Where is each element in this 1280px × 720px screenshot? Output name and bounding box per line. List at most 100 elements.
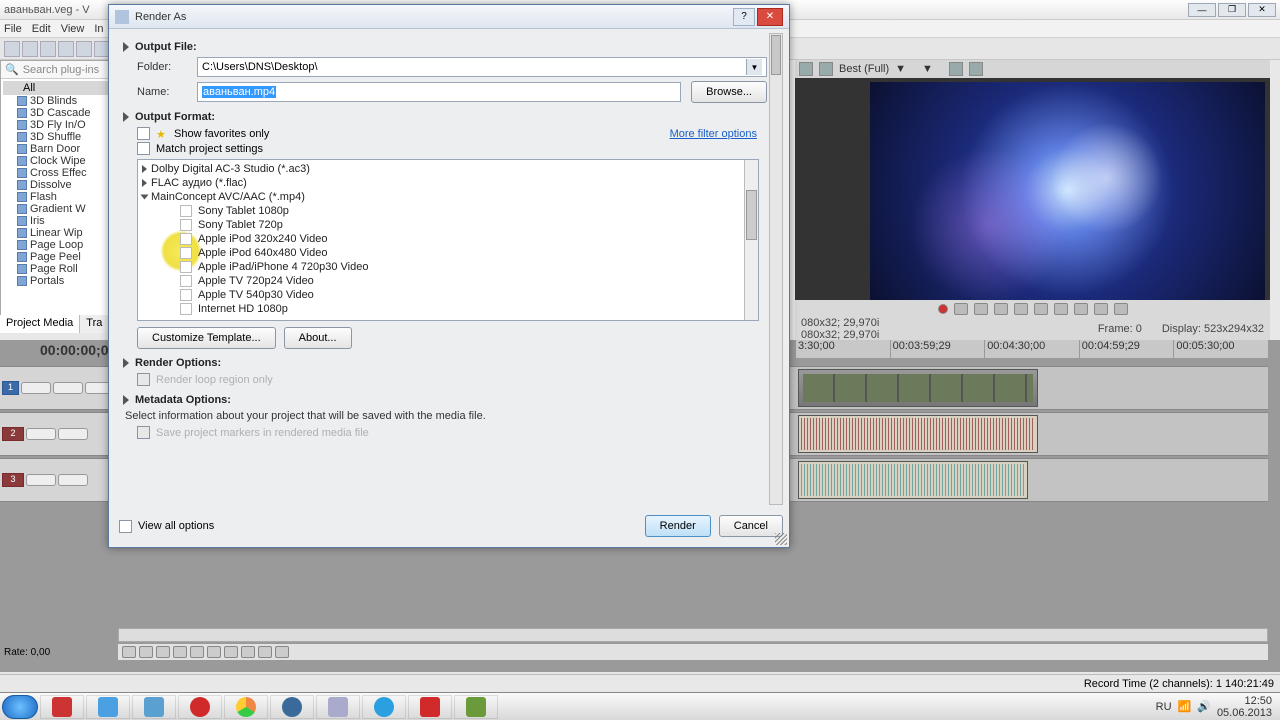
- track-mute-icon[interactable]: [26, 428, 56, 440]
- tab-project-media[interactable]: Project Media: [0, 315, 80, 333]
- play-start-icon[interactable]: [156, 646, 170, 658]
- video-clip[interactable]: [798, 369, 1038, 407]
- favorite-star-icon[interactable]: [180, 289, 192, 301]
- tree-item[interactable]: 3D Blinds: [3, 95, 112, 107]
- match-project-checkbox[interactable]: [137, 142, 150, 155]
- menu-view[interactable]: View: [61, 23, 85, 35]
- favorite-star-icon[interactable]: [180, 219, 192, 231]
- plugin-search[interactable]: 🔍 Search plug-ins: [1, 61, 114, 79]
- prev-frame-icon[interactable]: [258, 646, 272, 658]
- taskbar-app2[interactable]: [270, 695, 314, 719]
- favorite-star-icon[interactable]: [180, 233, 192, 245]
- minimize-button[interactable]: —: [1188, 3, 1216, 17]
- audio-clip[interactable]: [798, 415, 1038, 453]
- play-icon[interactable]: [974, 303, 988, 315]
- tree-item[interactable]: Iris: [3, 215, 112, 227]
- tree-item[interactable]: Clock Wipe: [3, 155, 112, 167]
- track-header[interactable]: 1: [0, 367, 118, 409]
- format-template[interactable]: Apple iPod 640x480 Video: [140, 246, 742, 260]
- folder-combo[interactable]: C:\Users\DNS\Desktop\ ▼: [197, 57, 767, 77]
- format-template[interactable]: Apple iPad/iPhone 4 720p30 Video: [140, 260, 742, 274]
- tree-item[interactable]: Page Peel: [3, 251, 112, 263]
- toolbar-save-icon[interactable]: [40, 41, 56, 57]
- tree-item[interactable]: Portals: [3, 275, 112, 287]
- tree-item[interactable]: Page Roll: [3, 263, 112, 275]
- go-start-icon[interactable]: [224, 646, 238, 658]
- system-tray[interactable]: RU 📶 🔊 12:50 05.06.2013: [1156, 695, 1278, 719]
- go-end-icon[interactable]: [1074, 303, 1088, 315]
- scrollbar-thumb[interactable]: [771, 35, 781, 75]
- stop-icon[interactable]: [207, 646, 221, 658]
- timeline-timecode[interactable]: 00:00:00;00: [40, 342, 116, 358]
- format-template[interactable]: Internet HD 1080p: [140, 302, 742, 316]
- format-template[interactable]: Apple TV 720p24 Video: [140, 274, 742, 288]
- taskbar-ie[interactable]: [86, 695, 130, 719]
- taskbar-chrome[interactable]: [224, 695, 268, 719]
- render-button[interactable]: Render: [645, 515, 711, 537]
- record-icon[interactable]: [938, 304, 948, 314]
- dialog-help-button[interactable]: ?: [733, 8, 755, 26]
- tree-item[interactable]: Gradient W: [3, 203, 112, 215]
- taskbar-opera[interactable]: [178, 695, 222, 719]
- about-button[interactable]: About...: [284, 327, 352, 349]
- show-favorites-checkbox[interactable]: [137, 127, 150, 140]
- loop-icon[interactable]: [139, 646, 153, 658]
- dialog-close-button[interactable]: ✕: [757, 8, 783, 26]
- cancel-button[interactable]: Cancel: [719, 515, 783, 537]
- menu-edit[interactable]: Edit: [32, 23, 51, 35]
- tray-network-icon[interactable]: 📶: [1178, 700, 1192, 713]
- tree-item[interactable]: Barn Door: [3, 143, 112, 155]
- taskbar-acrobat[interactable]: [408, 695, 452, 719]
- tray-date[interactable]: 05.06.2013: [1217, 707, 1272, 719]
- customize-template-button[interactable]: Customize Template...: [137, 327, 276, 349]
- format-category[interactable]: FLAC аудио (*.flac): [140, 176, 742, 190]
- tree-item[interactable]: 3D Fly In/O: [3, 119, 112, 131]
- pause-icon[interactable]: [190, 646, 204, 658]
- track-solo-icon[interactable]: [58, 428, 88, 440]
- tree-item[interactable]: 3D Shuffle: [3, 131, 112, 143]
- maximize-button[interactable]: ❐: [1218, 3, 1246, 17]
- tray-lang[interactable]: RU: [1156, 701, 1172, 713]
- menu-insert[interactable]: In: [94, 23, 103, 35]
- view-all-checkbox[interactable]: [119, 520, 132, 533]
- go-start-icon[interactable]: [1054, 303, 1068, 315]
- pause-icon[interactable]: [1014, 303, 1028, 315]
- favorite-star-icon[interactable]: [180, 275, 192, 287]
- tree-item[interactable]: Linear Wip: [3, 227, 112, 239]
- track-solo-icon[interactable]: [58, 474, 88, 486]
- chevron-down-icon[interactable]: ▼: [895, 63, 906, 75]
- time-ruler[interactable]: 3:30;00 00:03:59;29 00:04:30;00 00:04:59…: [795, 340, 1268, 358]
- start-button[interactable]: [2, 695, 38, 719]
- taskbar-vegas[interactable]: [454, 695, 498, 719]
- format-list[interactable]: Dolby Digital AC-3 Studio (*.ac3) FLAC а…: [140, 162, 742, 318]
- next-frame-icon[interactable]: [1114, 303, 1128, 315]
- menu-file[interactable]: File: [4, 23, 22, 35]
- preview-split-icon[interactable]: [819, 62, 833, 76]
- play-icon[interactable]: [173, 646, 187, 658]
- section-output-format[interactable]: Output Format:: [123, 111, 767, 123]
- record-icon[interactable]: [122, 646, 136, 658]
- go-end-icon[interactable]: [241, 646, 255, 658]
- toolbar-props-icon[interactable]: [76, 41, 92, 57]
- format-category[interactable]: Dolby Digital AC-3 Studio (*.ac3): [140, 162, 742, 176]
- track-header[interactable]: 3: [0, 459, 118, 501]
- dialog-titlebar[interactable]: Render As ? ✕: [109, 5, 789, 29]
- favorite-star-icon[interactable]: [180, 261, 192, 273]
- format-template[interactable]: Sony Tablet 720p: [140, 218, 742, 232]
- toolbar-open-icon[interactable]: [22, 41, 38, 57]
- tree-item[interactable]: Dissolve: [3, 179, 112, 191]
- tray-time[interactable]: 12:50: [1217, 695, 1272, 707]
- browse-button[interactable]: Browse...: [691, 81, 767, 103]
- preview-quality[interactable]: Best (Full): [839, 63, 889, 75]
- section-render-options[interactable]: Render Options:: [123, 357, 767, 369]
- tab-transitions[interactable]: Tra: [80, 315, 109, 333]
- track-bypass-icon[interactable]: [21, 382, 51, 394]
- timeline-scrollbar[interactable]: [118, 628, 1268, 642]
- format-scrollbar[interactable]: [744, 160, 758, 320]
- toolbar-new-icon[interactable]: [4, 41, 20, 57]
- tree-item[interactable]: 3D Cascade: [3, 107, 112, 119]
- more-filter-link[interactable]: More filter options: [670, 128, 757, 140]
- resize-grip[interactable]: [775, 533, 787, 545]
- favorite-star-icon[interactable]: [180, 303, 192, 315]
- favorite-star-icon[interactable]: [180, 247, 192, 259]
